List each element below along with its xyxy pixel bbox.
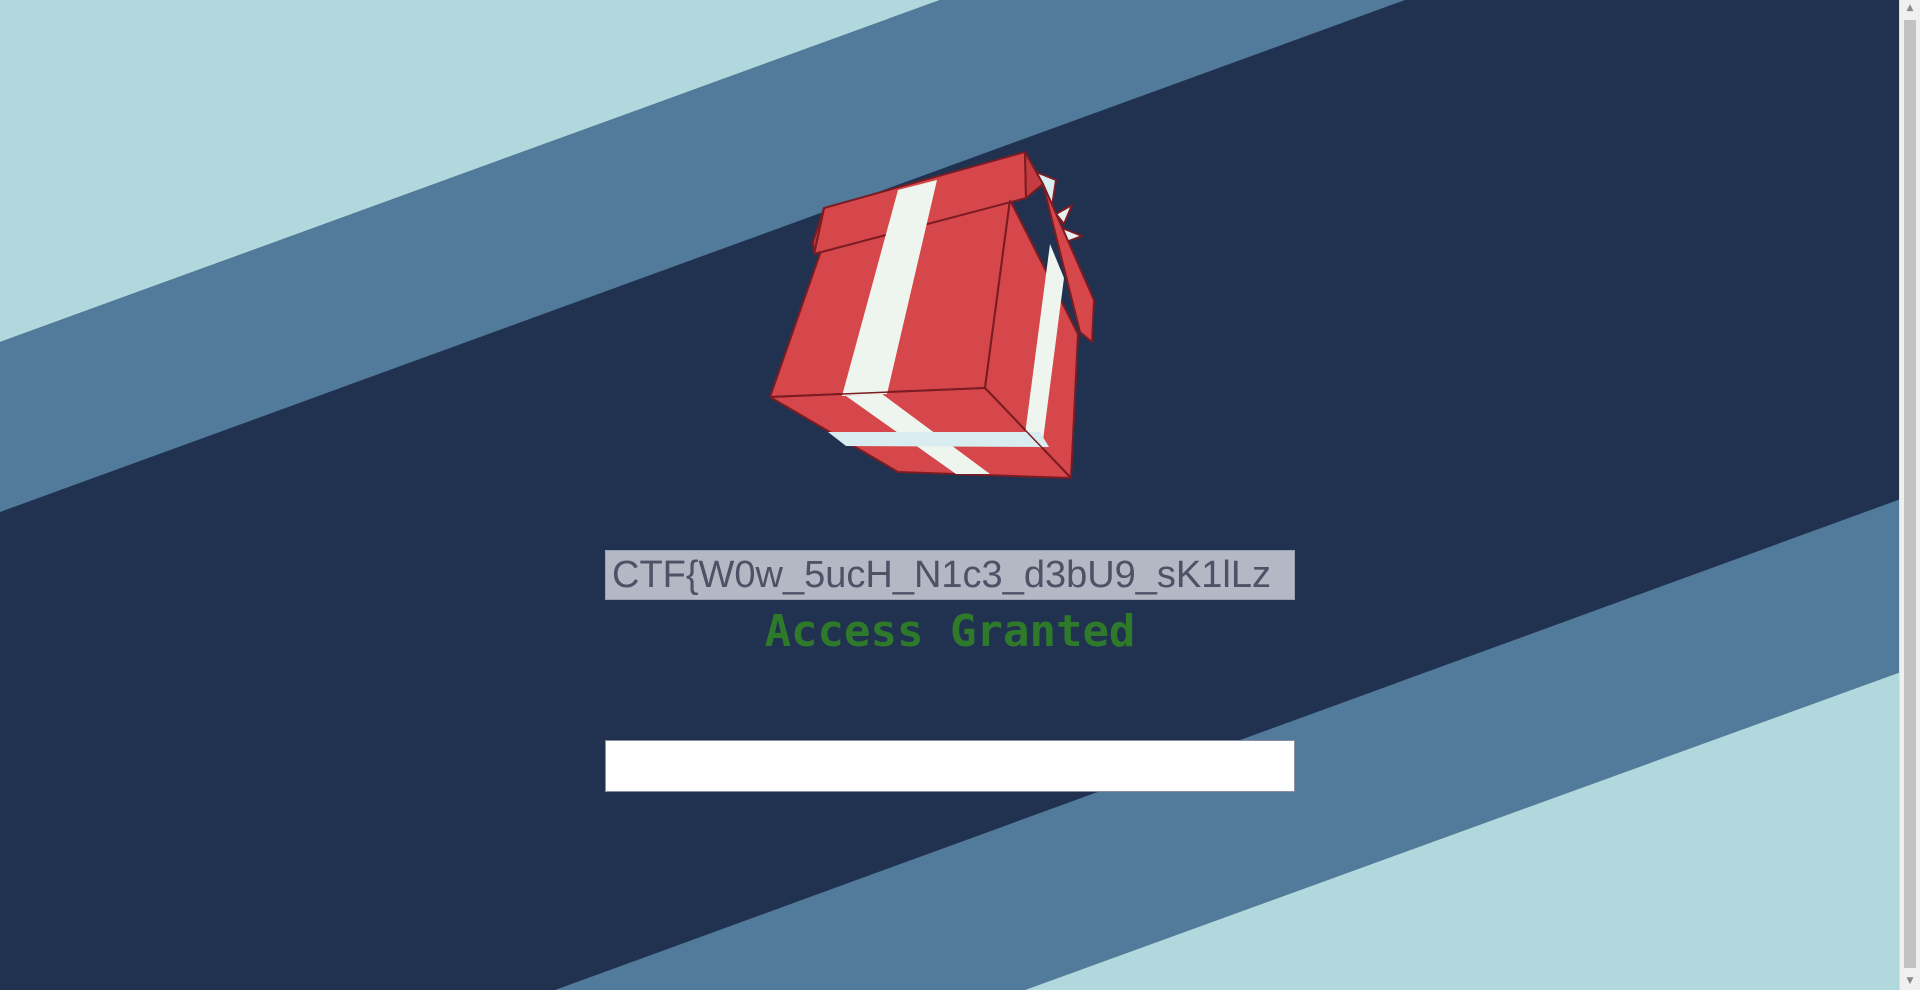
- access-status-text: Access Granted: [764, 606, 1136, 657]
- gift-box-icon: [769, 151, 1095, 479]
- scroll-thumb[interactable]: [1904, 20, 1916, 968]
- answer-input[interactable]: [605, 740, 1295, 792]
- flag-output-field[interactable]: CTF{W0w_5ucH_N1c3_d3bU9_sK1lLz: [605, 550, 1295, 600]
- scroll-up-arrow-icon[interactable]: ▲: [1900, 0, 1920, 17]
- vertical-scrollbar[interactable]: ▲ ▼: [1899, 0, 1920, 990]
- scroll-down-arrow-icon[interactable]: ▼: [1900, 973, 1920, 990]
